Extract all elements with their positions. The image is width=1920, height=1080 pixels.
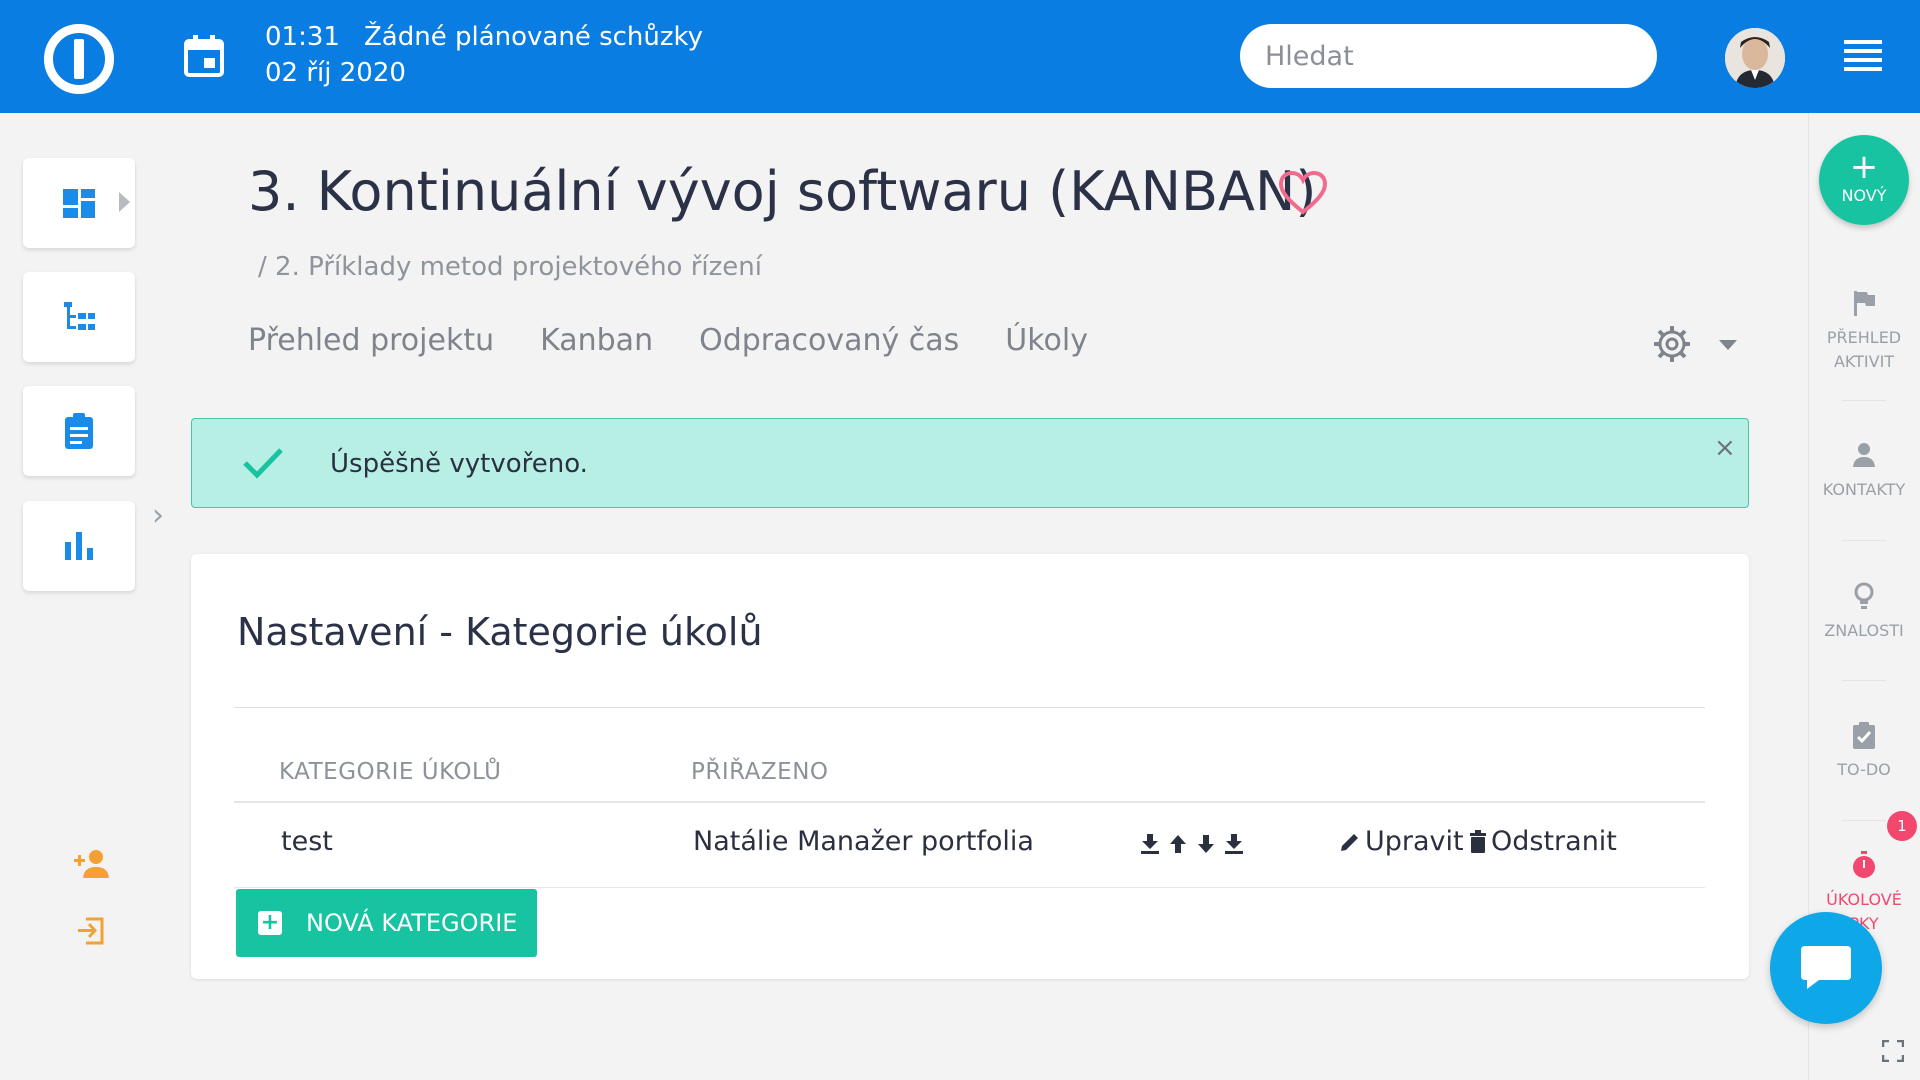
project-tree-button[interactable] (23, 272, 135, 362)
contacts-item[interactable]: KONTAKTY (1808, 440, 1920, 502)
knowledge-item[interactable]: ZNALOSTI (1808, 581, 1920, 643)
tab-tasks[interactable]: Úkoly (1005, 323, 1088, 358)
divider (1842, 680, 1886, 681)
sign-in-icon[interactable] (76, 916, 106, 946)
gear-icon[interactable] (1652, 324, 1692, 364)
current-date: 02 říj 2020 (265, 58, 406, 88)
clipboard-check-icon (1853, 722, 1875, 749)
new-item-button[interactable]: + NOVÝ (1819, 135, 1909, 225)
divider (1842, 400, 1886, 401)
todo-item[interactable]: TO-DO (1808, 720, 1920, 782)
reorder-controls (1139, 832, 1251, 856)
divider (1842, 820, 1886, 821)
activity-label-line2: AKTIVIT (1833, 352, 1895, 371)
column-header-category: KATEGORIE ÚKOLŮ (279, 759, 502, 785)
breadcrumb[interactable]: / 2. Příklady metod projektového řízení (258, 252, 762, 282)
page-title: 3. Kontinuální vývoj softwaru (KANBAN) (248, 160, 1317, 223)
edit-link[interactable]: Upravit (1339, 826, 1464, 857)
knowledge-label: ZNALOSTI (1824, 621, 1904, 640)
new-category-label: NOVÁ KATEGORIE (306, 909, 518, 937)
column-header-assigned: PŘIŘAZENO (691, 759, 829, 785)
expand-sidebar-chevron-icon[interactable]: › (152, 498, 164, 533)
divider (1842, 540, 1886, 541)
edit-label: Upravit (1365, 826, 1464, 857)
person-icon (1853, 443, 1875, 467)
plus-icon: + (1849, 147, 1879, 187)
move-up-icon[interactable] (1167, 832, 1189, 856)
calendar-icon[interactable] (184, 35, 224, 77)
delete-label: Odstranit (1491, 826, 1617, 857)
todo-label: TO-DO (1837, 760, 1891, 779)
table-header-divider (234, 801, 1705, 803)
chevron-down-icon[interactable] (1719, 340, 1737, 350)
search-input[interactable] (1240, 24, 1657, 88)
top-bar: 01:31 Žádné plánované schůzky 02 říj 202… (0, 0, 1920, 113)
hamburger-menu-icon[interactable] (1844, 40, 1882, 72)
favorite-heart-icon[interactable] (1278, 170, 1328, 216)
stopwatch-icon (1853, 851, 1875, 878)
move-to-bottom-icon[interactable] (1223, 832, 1245, 856)
tab-kanban[interactable]: Kanban (540, 323, 653, 358)
activity-overview-item[interactable]: PŘEHLED AKTIVIT (1808, 288, 1920, 374)
move-down-icon[interactable] (1195, 832, 1217, 856)
flag-icon (1854, 291, 1875, 316)
assigned-user: Natálie Manažer portfolia (693, 826, 1034, 857)
category-name: test (281, 826, 333, 857)
task-categories-card: Nastavení - Kategorie úkolů KATEGORIE ÚK… (191, 554, 1749, 979)
card-title: Nastavení - Kategorie úkolů (237, 610, 763, 654)
new-category-button[interactable]: + NOVÁ KATEGORIE (236, 889, 537, 957)
row-divider (234, 887, 1705, 888)
plus-icon: + (258, 911, 282, 935)
alert-message: Úspěšně vytvořeno. (330, 449, 588, 479)
success-alert: Úspěšně vytvořeno. × (191, 418, 1749, 508)
tasks-list-button[interactable] (23, 386, 135, 476)
new-item-label: NOVÝ (1841, 186, 1887, 205)
current-time: 01:31 (265, 22, 340, 52)
add-user-icon[interactable] (74, 848, 110, 878)
app-logo-icon[interactable] (44, 24, 114, 94)
timers-label-line1: ÚKOLOVÉ (1826, 890, 1902, 909)
dashboard-icon (63, 189, 95, 218)
activity-label-line1: PŘEHLED (1826, 328, 1902, 347)
lightbulb-icon (1854, 582, 1874, 609)
tree-structure-icon (64, 302, 95, 330)
contacts-label: KONTAKTY (1822, 480, 1906, 499)
meeting-status[interactable]: Žádné plánované schůzky (364, 22, 703, 52)
check-icon (243, 448, 283, 479)
timers-badge: 1 (1887, 811, 1917, 841)
delete-link[interactable]: Odstranit (1469, 826, 1617, 857)
clipboard-icon (65, 413, 93, 449)
trash-icon (1470, 829, 1486, 853)
close-icon[interactable]: × (1714, 433, 1736, 463)
reports-button[interactable] (23, 501, 135, 591)
submenu-arrow-icon[interactable] (119, 192, 130, 212)
tab-project-overview[interactable]: Přehled projektu (248, 323, 494, 358)
fullscreen-icon[interactable] (1882, 1040, 1904, 1062)
divider (234, 707, 1705, 708)
avatar-photo-icon (1725, 28, 1785, 88)
project-tabs: Přehled projektu Kanban Odpracovaný čas … (248, 323, 1134, 358)
chat-button[interactable] (1770, 912, 1882, 1024)
pencil-icon (1341, 833, 1358, 851)
tab-spent-time[interactable]: Odpracovaný čas (699, 323, 959, 358)
bar-chart-icon (65, 532, 93, 560)
user-avatar[interactable] (1725, 28, 1785, 88)
move-to-top-icon[interactable] (1139, 832, 1161, 856)
chat-bubble-icon (1801, 946, 1851, 989)
